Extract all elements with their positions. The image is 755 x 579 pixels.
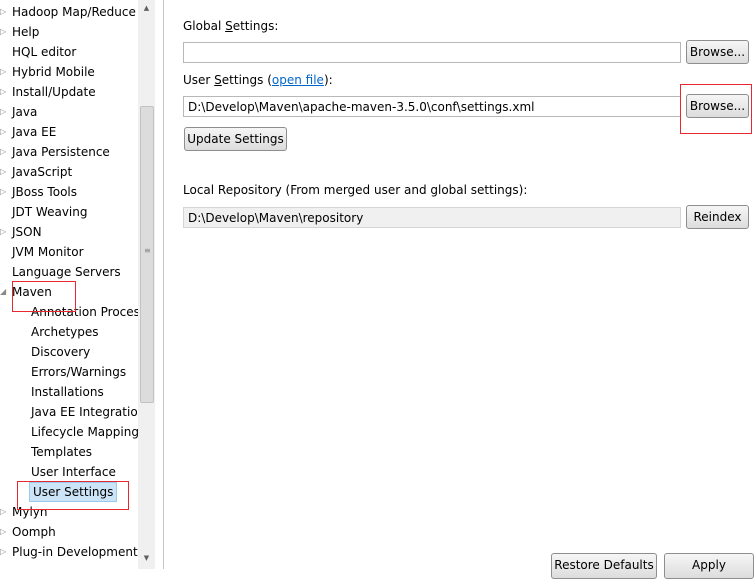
tree-item-label: Plug-in Development — [12, 545, 138, 559]
tree-item-language-servers[interactable]: Language Servers — [0, 262, 138, 282]
tree-item-hybrid-mobile[interactable]: ▷ Hybrid Mobile — [0, 62, 138, 82]
tree-item-label: Java EE Integration — [31, 405, 138, 419]
collapsed-arrow-icon[interactable]: ▷ — [0, 142, 8, 162]
tree-item-label: Java — [12, 105, 38, 119]
tree-item-hadoop-map-reduce[interactable]: ▷ Hadoop Map/Reduce — [0, 2, 138, 22]
tree-item-lifecycle-mappings[interactable]: Lifecycle Mappings — [0, 422, 138, 442]
restore-defaults-button[interactable]: Restore Defaults — [551, 553, 657, 579]
tree-item-plug-in-development[interactable]: ▷ Plug-in Development — [0, 542, 138, 562]
tree-item-label: Hadoop Map/Reduce — [12, 5, 136, 19]
tree-item-installations[interactable]: Installations — [0, 382, 138, 402]
collapsed-arrow-icon[interactable]: ▷ — [0, 522, 8, 542]
tree-item-errors-warnings[interactable]: Errors/Warnings — [0, 362, 138, 382]
tree-item-javascript[interactable]: ▷ JavaScript — [0, 162, 138, 182]
tree-item-label: Hybrid Mobile — [12, 65, 95, 79]
scroll-down-arrow-icon[interactable]: ▼ — [138, 550, 155, 567]
tree-item-oomph[interactable]: ▷ Oomph — [0, 522, 138, 542]
collapsed-arrow-icon[interactable]: ▷ — [0, 162, 8, 182]
collapsed-arrow-icon[interactable]: ▷ — [0, 82, 8, 102]
tree-item-label: Errors/Warnings — [31, 365, 127, 379]
tree-item-annotation-processing[interactable]: Annotation Processing — [0, 302, 138, 322]
tree-item-jboss-tools[interactable]: ▷ JBoss Tools — [0, 182, 138, 202]
tree-item-maven[interactable]: ◢ Maven — [0, 282, 138, 302]
user-settings-label: User Settings (open file): — [183, 73, 333, 87]
tree-item-label: Installations — [31, 385, 104, 399]
collapsed-arrow-icon[interactable]: ▷ — [0, 102, 8, 122]
tree-item-json[interactable]: ▷ JSON — [0, 222, 138, 242]
tree-item-label: User Settings — [29, 482, 118, 502]
tree-item-label: JavaScript — [12, 165, 73, 179]
tree-item-java[interactable]: ▷ Java — [0, 102, 138, 122]
scrollbar-thumb[interactable]: ≡ — [140, 106, 154, 403]
tree-item-label: Mylyn — [12, 505, 48, 519]
tree-item-java-persistence[interactable]: ▷ Java Persistence — [0, 142, 138, 162]
tree-item-label: Java Persistence — [12, 145, 110, 159]
global-settings-label: Global Settings: — [183, 19, 279, 33]
tree-item-hql-editor[interactable]: HQL editor — [0, 42, 138, 62]
tree-item-label: User Interface — [31, 465, 116, 479]
apply-button[interactable]: Apply — [664, 553, 754, 579]
collapsed-arrow-icon[interactable]: ▷ — [0, 222, 8, 242]
local-repository-label: Local Repository (From merged user and g… — [183, 183, 528, 197]
collapsed-arrow-icon[interactable]: ▷ — [0, 2, 8, 22]
tree-item-label: Language Servers — [12, 265, 121, 279]
collapsed-arrow-icon[interactable]: ▷ — [0, 182, 8, 202]
tree-item-install-update[interactable]: ▷ Install/Update — [0, 82, 138, 102]
user-browse-button[interactable]: Browse... — [686, 94, 749, 118]
user-settings-field[interactable] — [183, 96, 681, 117]
tree-item-label: Annotation Processing — [31, 305, 138, 319]
collapsed-arrow-icon[interactable]: ▷ — [0, 502, 8, 522]
tree-item-label: Oomph — [12, 525, 56, 539]
global-settings-field[interactable] — [183, 42, 681, 63]
tree-scrollbar[interactable]: ▲ ≡ ▼ — [138, 0, 155, 569]
tree-item-mylyn[interactable]: ▷ Mylyn — [0, 502, 138, 522]
tree-item-label: Help — [12, 25, 40, 39]
update-settings-button[interactable]: Update Settings — [184, 127, 287, 151]
tree-item-label: Templates — [31, 445, 93, 459]
global-browse-button[interactable]: Browse... — [686, 40, 749, 64]
tree-item-help[interactable]: ▷ Help — [0, 22, 138, 42]
tree-item-label: Archetypes — [31, 325, 99, 339]
tree-item-jvm-monitor[interactable]: JVM Monitor — [0, 242, 138, 262]
open-file-link[interactable]: open file — [272, 73, 324, 87]
tree-item-user-interface[interactable]: User Interface — [0, 462, 138, 482]
tree-item-label: Lifecycle Mappings — [31, 425, 138, 439]
collapsed-arrow-icon[interactable]: ▷ — [0, 542, 8, 562]
grip-icon: ≡ — [144, 246, 151, 255]
tree-item-label: Install/Update — [12, 85, 96, 99]
tree-item-java-ee-integration[interactable]: Java EE Integration — [0, 402, 138, 422]
tree-item-label: JBoss Tools — [12, 185, 77, 199]
panel-divider[interactable] — [163, 0, 164, 569]
collapsed-arrow-icon[interactable]: ▷ — [0, 122, 8, 142]
preferences-tree[interactable]: ▷ Hadoop Map/Reduce ▷ Help HQL editor ▷ Hybrid… — [0, 0, 155, 569]
tree-item-user-settings[interactable]: User Settings — [0, 482, 138, 502]
tree-item-discovery[interactable]: Discovery — [0, 342, 138, 362]
tree-item-label: JVM Monitor — [12, 245, 84, 259]
scroll-up-arrow-icon[interactable]: ▲ — [138, 0, 155, 17]
reindex-button[interactable]: Reindex — [686, 205, 749, 229]
local-repository-field — [183, 207, 681, 228]
collapsed-arrow-icon[interactable]: ▷ — [0, 62, 8, 82]
tree-item-jdt-weaving[interactable]: JDT Weaving — [0, 202, 138, 222]
tree-item-label: JSON — [12, 225, 42, 239]
tree-item-templates[interactable]: Templates — [0, 442, 138, 462]
tree-item-label: Maven — [12, 285, 52, 299]
tree-item-archetypes[interactable]: Archetypes — [0, 322, 138, 342]
tree-item-label: HQL editor — [12, 45, 77, 59]
tree-item-label: JDT Weaving — [12, 205, 88, 219]
tree-item-label: Java EE — [12, 125, 57, 139]
tree-item-java-ee[interactable]: ▷ Java EE — [0, 122, 138, 142]
expanded-arrow-icon[interactable]: ◢ — [0, 282, 8, 302]
tree-item-label: Discovery — [31, 345, 91, 359]
collapsed-arrow-icon[interactable]: ▷ — [0, 22, 8, 42]
